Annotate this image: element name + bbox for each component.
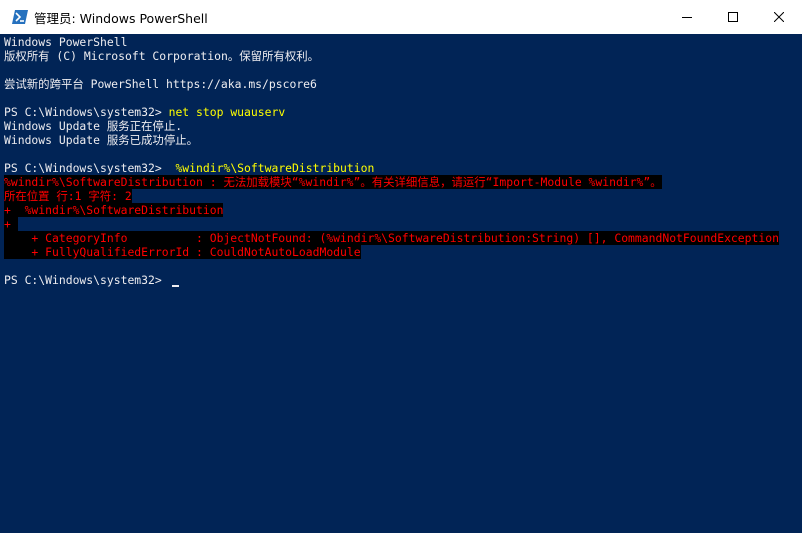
- window-title: 管理员: Windows PowerShell: [34, 10, 208, 26]
- command-text: %windir%\SoftwareDistribution: [168, 161, 375, 175]
- output-text: Windows Update 服务正在停止.: [4, 119, 183, 133]
- close-button[interactable]: [756, 0, 802, 34]
- close-icon: [774, 12, 784, 22]
- prompt-text: PS C:\Windows\system32>: [4, 105, 169, 119]
- window-controls: [664, 0, 802, 34]
- banner-text: Windows PowerShell: [4, 35, 128, 49]
- error-marker: +: [4, 217, 18, 231]
- error-source: + %windir%\SoftwareDistribution: [4, 203, 224, 217]
- error-line: + FullyQualifiedErrorId : CouldNotAutoLo…: [4, 245, 361, 259]
- error-line: %windir%\SoftwareDistribution : 无法加载模块“%…: [4, 175, 662, 189]
- error-position: 所在位置 行:1 字符: 2: [4, 189, 132, 203]
- error-line: + %windir%\SoftwareDistribution: [4, 203, 224, 217]
- command-text: net stop wuauserv: [168, 105, 286, 119]
- pscore-notice: 尝试新的跨平台 PowerShell https://aka.ms/pscore…: [4, 77, 317, 91]
- title-bar[interactable]: 管理员: Windows PowerShell: [0, 0, 802, 34]
- powershell-window: 管理员: Windows PowerShell Windows PowerShe…: [0, 0, 802, 533]
- prompt-text: PS C:\Windows\system32>: [4, 161, 169, 175]
- output-text: Windows Update 服务已成功停止。: [4, 133, 198, 147]
- error-id: + FullyQualifiedErrorId : CouldNotAutoLo…: [4, 245, 361, 259]
- error-line: + CategoryInfo : ObjectNotFound: (%windi…: [4, 231, 779, 245]
- console-output[interactable]: Windows PowerShell 版权所有 (C) Microsoft Co…: [0, 34, 802, 533]
- output-line: Windows Update 服务已成功停止。: [4, 133, 198, 147]
- prompt-line: PS C:\Windows\system32> net stop wuauser…: [4, 105, 285, 119]
- prompt-text: PS C:\Windows\system32>: [4, 273, 169, 287]
- error-category: + CategoryInfo : ObjectNotFound: (%windi…: [4, 231, 779, 245]
- error-line: 所在位置 行:1 字符: 2: [4, 189, 132, 203]
- error-message: %windir%\SoftwareDistribution : 无法加载模块“%…: [4, 175, 662, 189]
- prompt-line: PS C:\Windows\system32> %windir%\Softwar…: [4, 161, 374, 175]
- minimize-button[interactable]: [664, 0, 710, 34]
- banner-line: 尝试新的跨平台 PowerShell https://aka.ms/pscore…: [4, 77, 317, 91]
- banner-line: Windows PowerShell: [4, 35, 127, 49]
- text-cursor: [172, 285, 179, 287]
- error-line: +: [4, 217, 18, 231]
- prompt-line[interactable]: PS C:\Windows\system32>: [4, 273, 169, 287]
- banner-line: 版权所有 (C) Microsoft Corporation。保留所有权利。: [4, 49, 319, 63]
- copyright-text: 版权所有 (C) Microsoft Corporation。保留所有权利。: [4, 49, 319, 63]
- powershell-icon[interactable]: [12, 9, 28, 25]
- maximize-icon: [728, 12, 738, 22]
- minimize-icon: [682, 17, 692, 18]
- maximize-button[interactable]: [710, 0, 756, 34]
- output-line: Windows Update 服务正在停止.: [4, 119, 182, 133]
